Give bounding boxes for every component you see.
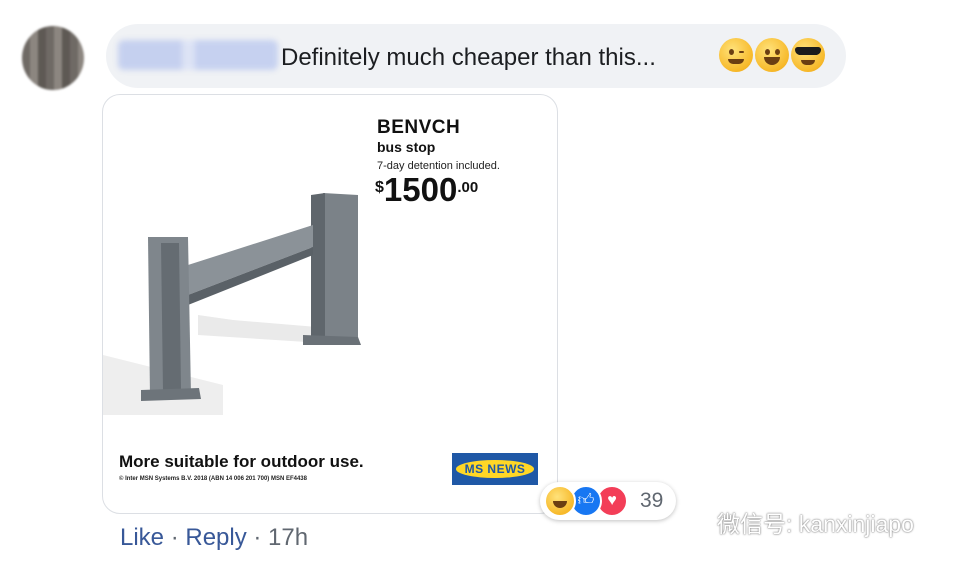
commenter-avatar[interactable] — [22, 26, 84, 90]
reply-link[interactable]: Reply — [185, 524, 246, 551]
watermark-text: 微信号: kanxinjiapo — [717, 511, 914, 537]
ms-news-logo: MS NEWS — [452, 453, 538, 485]
wechat-icon — [678, 513, 709, 538]
reaction-count: 39 — [640, 489, 664, 512]
price-cents: .00 — [457, 179, 479, 196]
bench-illustration — [103, 193, 361, 415]
product-subtitle: bus stop — [377, 139, 436, 155]
sunglasses-face-icon — [791, 38, 825, 72]
commenter-name-blurred[interactable] — [118, 40, 278, 70]
ad-image-card[interactable]: BENVCH bus stop 7-day detention included… — [102, 94, 558, 514]
separator-dot: · — [246, 524, 269, 551]
reactions-summary[interactable]: 👍︎ ♥ 39 — [540, 482, 676, 520]
product-price: $1500.00 — [375, 171, 478, 209]
grinning-face-icon — [755, 38, 789, 72]
comment-actions: Like · Reply · 17h — [120, 524, 308, 552]
ad-copyright: © Inter MSN Systems B.V. 2018 (ABN 14 00… — [119, 476, 307, 482]
wechat-watermark: 微信号: kanxinjiapo — [677, 505, 914, 539]
winking-face-icon — [719, 38, 753, 72]
ad-tagline: More suitable for outdoor use. — [119, 452, 364, 471]
like-link[interactable]: Like — [120, 524, 164, 551]
comment-text: Definitely much cheaper than this... — [281, 44, 656, 71]
product-name: BENVCH — [377, 117, 461, 138]
price-amount: 1500 — [383, 171, 458, 208]
comment-timestamp[interactable]: 17h — [268, 524, 308, 551]
haha-icon — [544, 485, 576, 517]
price-currency: $ — [375, 179, 384, 196]
ms-news-logo-text: MS NEWS — [455, 460, 535, 478]
separator-dot: · — [164, 524, 186, 551]
